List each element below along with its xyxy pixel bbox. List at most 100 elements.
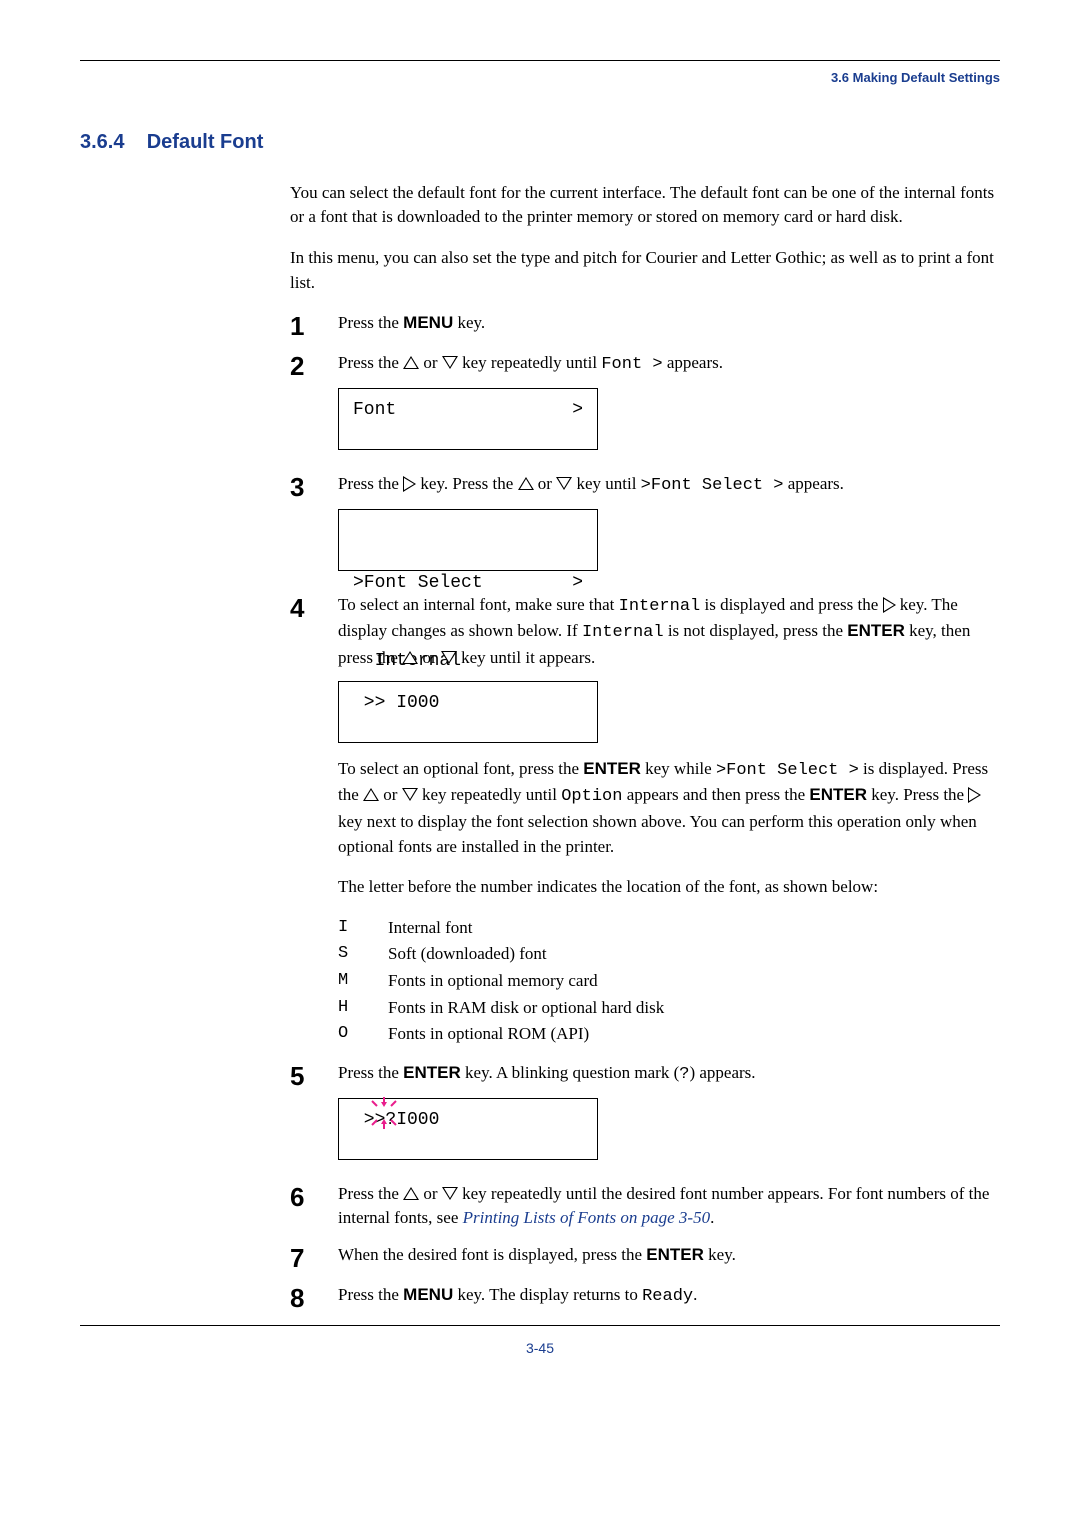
up-arrow-icon [363, 788, 379, 801]
text: appears. [663, 353, 723, 372]
lcd-text: >> I000 [353, 690, 439, 716]
text: is not displayed, press the [664, 621, 848, 640]
step-number: 1 [290, 311, 338, 339]
text: appears. [784, 474, 844, 493]
label: Internal font [388, 916, 473, 941]
step-number: 2 [290, 351, 338, 379]
right-arrow-icon [403, 476, 416, 492]
enter-key: ENTER [809, 785, 867, 804]
right-arrow-icon [968, 787, 981, 803]
list-item: HFonts in RAM disk or optional hard disk [338, 996, 1000, 1021]
menu-key: MENU [403, 1285, 453, 1304]
code: O [338, 1022, 388, 1047]
page-number: 3-45 [80, 1338, 1000, 1358]
top-rule [80, 60, 1000, 61]
list-item: OFonts in optional ROM (API) [338, 1022, 1000, 1047]
text: or [534, 474, 557, 493]
up-arrow-icon [403, 1187, 419, 1200]
step-body: To select an internal font, make sure th… [338, 593, 1000, 1049]
text: Press the [338, 353, 403, 372]
code: I [338, 916, 388, 941]
label: Fonts in RAM disk or optional hard disk [388, 996, 664, 1021]
ready-mono: Ready [642, 1287, 693, 1306]
lcd-display-4: >>?I000 [338, 1098, 598, 1160]
enter-key: ENTER [646, 1245, 704, 1264]
text: appears and then press the [622, 785, 809, 804]
up-arrow-icon [403, 356, 419, 369]
font-select-mono: >Font Select > [716, 761, 859, 780]
text: is displayed and press the [700, 595, 882, 614]
text: key. [453, 313, 485, 332]
internal-mono: Internal [582, 623, 664, 642]
label: Soft (downloaded) font [388, 942, 547, 967]
font-list-link[interactable]: Printing Lists of Fonts on page 3-50 [463, 1208, 710, 1227]
text: key repeatedly until [418, 785, 562, 804]
list-item: MFonts in optional memory card [338, 969, 1000, 994]
enter-key: ENTER [847, 621, 905, 640]
text: Press the [338, 474, 403, 493]
text: . [710, 1208, 714, 1227]
text: key repeatedly until [458, 353, 602, 372]
text: key next to display the font selection s… [338, 812, 977, 856]
letter-para: The letter before the number indicates t… [338, 875, 1000, 900]
internal-mono: Internal [619, 597, 701, 616]
code: S [338, 942, 388, 967]
enter-key: ENTER [403, 1063, 461, 1082]
text: key. [704, 1245, 736, 1264]
step-body: When the desired font is displayed, pres… [338, 1243, 1000, 1268]
text: key. Press the [867, 785, 968, 804]
text: To select an optional font, press the [338, 759, 583, 778]
text: . [693, 1285, 697, 1304]
lcd-display-1: Font > [338, 388, 598, 450]
down-arrow-icon [442, 356, 458, 369]
lcd-display-3: >> I000 [338, 681, 598, 743]
enter-key: ENTER [583, 759, 641, 778]
optional-font-para: To select an optional font, press the EN… [338, 757, 1000, 860]
text: or [419, 1184, 442, 1203]
text: or [418, 648, 441, 667]
step-8: 8 Press the MENU key. The display return… [290, 1283, 1000, 1311]
down-arrow-icon [442, 1187, 458, 1200]
text: Press the [338, 1184, 403, 1203]
text: Press the [338, 1285, 403, 1304]
step-4: 4 To select an internal font, make sure … [290, 593, 1000, 1049]
lcd-display-2: >Font Select > Internal [338, 509, 598, 571]
option-mono: Option [561, 787, 622, 806]
question-mark-mono: ? [679, 1065, 689, 1084]
up-arrow-icon [518, 477, 534, 490]
down-arrow-icon [441, 651, 457, 664]
section-name: Default Font [147, 131, 264, 153]
footer-rule [80, 1325, 1000, 1326]
step-number: 3 [290, 472, 338, 500]
step-1: 1 Press the MENU key. [290, 311, 1000, 339]
step-2: 2 Press the or key repeatedly until Font… [290, 351, 1000, 460]
right-arrow-icon [883, 597, 896, 613]
menu-key: MENU [403, 313, 453, 332]
text: key. The display returns to [453, 1285, 642, 1304]
text: key while [641, 759, 716, 778]
text: or [379, 785, 402, 804]
text: or [419, 353, 442, 372]
step-body: Press the or key repeatedly until Font >… [338, 351, 1000, 460]
lcd-text: Font [353, 397, 396, 423]
font-select-mono: >Font Select > [641, 476, 784, 495]
text: key. A blinking question mark ( [461, 1063, 679, 1082]
list-item: IInternal font [338, 916, 1000, 941]
text: Press the [338, 313, 403, 332]
text: To select an internal font, make sure th… [338, 595, 619, 614]
section-title: 3.6.4 Default Font [80, 128, 1000, 157]
step-body: Press the ENTER key. A blinking question… [338, 1061, 1000, 1170]
step-number: 7 [290, 1243, 338, 1271]
step-number: 8 [290, 1283, 338, 1311]
step-number: 5 [290, 1061, 338, 1089]
text: key until [572, 474, 640, 493]
section-number: 3.6.4 [80, 131, 124, 153]
step-number: 4 [290, 593, 338, 621]
step-body: Press the MENU key. [338, 311, 1000, 336]
text: key until it appears. [457, 648, 595, 667]
lcd-text: > [572, 397, 583, 423]
text: key. Press the [416, 474, 517, 493]
step-7: 7 When the desired font is displayed, pr… [290, 1243, 1000, 1271]
step-body: Press the key. Press the or key until >F… [338, 472, 1000, 581]
label: Fonts in optional ROM (API) [388, 1022, 589, 1047]
